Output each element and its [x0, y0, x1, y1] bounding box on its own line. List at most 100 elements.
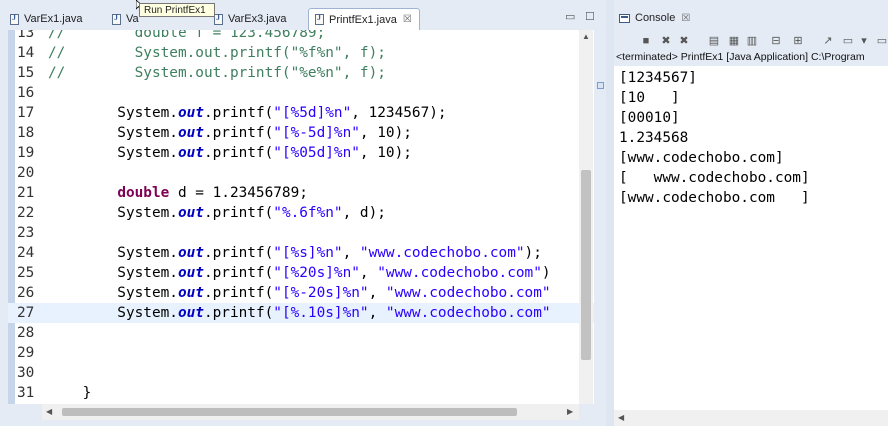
code-line[interactable]: 19 System.out.printf("[%05d]%n", 10); [8, 143, 594, 163]
maximize-button[interactable]: ☐ [585, 10, 595, 23]
editor-vertical-scrollbar[interactable]: ▲ [579, 30, 593, 404]
minimize-button[interactable]: ▭ [565, 10, 575, 23]
code-token: out [177, 285, 204, 301]
console-tab-label: Console [635, 12, 676, 24]
code-line[interactable]: 30 [8, 363, 594, 383]
code-line[interactable]: 29 [8, 343, 594, 363]
code-token: , [368, 285, 386, 301]
code-token: .printf( [203, 285, 274, 301]
code-line[interactable]: 31 } [8, 383, 594, 403]
pane-divider[interactable] [606, 0, 614, 426]
vertical-scroll-thumb[interactable] [581, 170, 591, 360]
code-editor[interactable]: 13 // double f = 123.456789; 14 // System.o… [8, 30, 594, 404]
console-output-line: [www.codechobo.com ] [619, 190, 810, 206]
code-line[interactable]: 16 [8, 83, 594, 103]
code-token: "[%-20s]%n" [273, 285, 369, 301]
code-token: .printf( [203, 305, 274, 321]
code-token: , [359, 265, 378, 281]
code-token: System. [48, 305, 178, 321]
code-token: } [48, 385, 92, 401]
close-icon[interactable]: ☒ [681, 13, 690, 24]
display-console-icon[interactable]: ▭ [842, 35, 854, 47]
code-token: d = 1.23456789; [169, 185, 308, 201]
run-tooltip: Run PrintfEx1 [139, 3, 215, 17]
code-line[interactable]: 21 double d = 1.23456789; [8, 183, 594, 203]
tab-varex1[interactable]: VarEx1.java [4, 8, 104, 30]
code-line[interactable]: 23 [8, 223, 594, 243]
show-on-stderr-icon[interactable]: ⊞ [792, 35, 804, 47]
code-line[interactable]: 22 System.out.printf("%.6f%n", d); [8, 203, 594, 223]
code-line[interactable]: 25 System.out.printf("[%20s]%n", "www.co… [8, 263, 594, 283]
code-text: System.out.printf("[%20s]%n", "www.codec… [48, 263, 551, 283]
code-token: , 10); [359, 125, 412, 141]
code-line[interactable]: 18 System.out.printf("[%-5d]%n", 10); [8, 123, 594, 143]
word-wrap-icon[interactable]: ▥ [746, 35, 758, 47]
code-text: // System.out.printf("%e%n", f); [48, 63, 386, 83]
overview-ruler-marker[interactable] [597, 82, 604, 89]
line-number: 24 [17, 245, 35, 261]
code-line[interactable]: 15 // System.out.printf("%e%n", f); [8, 63, 594, 83]
pin-console-icon[interactable]: ↗ [822, 35, 834, 47]
code-token: ) [541, 265, 551, 281]
new-console-icon[interactable]: ▭ [876, 35, 888, 47]
line-number: 15 [17, 65, 35, 81]
code-text: } [48, 383, 92, 403]
code-text: // System.out.printf("%f%n", f); [48, 43, 386, 63]
scroll-left-arrow-icon[interactable]: ◀ [618, 413, 624, 422]
line-number: 27 [17, 305, 35, 321]
code-token: "www.codechobo.com" [385, 305, 551, 321]
code-token: // System.out.printf("%e%n", f); [48, 65, 386, 81]
scroll-lock-icon[interactable]: ▦ [728, 35, 740, 47]
code-token: double [117, 185, 170, 201]
remove-launch-icon[interactable]: ✖ [660, 35, 672, 47]
code-token: "[%20s]%n" [273, 265, 360, 281]
code-text: System.out.printf("[%-20s]%n", "www.code… [48, 283, 551, 303]
terminate-icon[interactable]: ■ [640, 35, 652, 47]
code-token: "www.codechobo.com" [385, 285, 551, 301]
java-file-icon [214, 13, 223, 25]
code-token: System. [48, 205, 178, 221]
line-number: 21 [17, 185, 35, 201]
code-line[interactable]: 20 [8, 163, 594, 183]
line-number: 28 [17, 325, 35, 341]
code-line[interactable]: 24 System.out.printf("[%s]%n", "www.code… [8, 243, 594, 263]
close-icon[interactable]: ☒ [403, 14, 412, 25]
console-status: <terminated> PrintfEx1 [Java Application… [616, 51, 865, 63]
scroll-left-arrow-icon[interactable]: ◀ [46, 407, 52, 416]
code-text: System.out.printf("[%05d]%n", 10); [48, 143, 412, 163]
code-line[interactable]: 26 System.out.printf("[%-20s]%n", "www.c… [8, 283, 594, 303]
tab-console[interactable]: Console ☒ [614, 6, 888, 30]
code-line[interactable]: 14 // System.out.printf("%f%n", f); [8, 43, 594, 63]
tab-printfex1[interactable]: PrintfEx1.java ☒ [308, 8, 420, 30]
scroll-up-arrow-icon[interactable]: ▲ [582, 32, 590, 41]
code-token: , d); [342, 205, 386, 221]
console-output[interactable]: [1234567] [10 ] [00010] 1.234568 [www.codech… [614, 66, 888, 410]
tab-label: PrintfEx1.java [329, 13, 397, 26]
clear-console-icon[interactable]: ▤ [708, 35, 720, 47]
tab-varex3[interactable]: VarEx3.java [208, 8, 308, 30]
code-token: .printf( [203, 205, 274, 221]
line-number: 16 [17, 85, 35, 101]
code-token: out [177, 145, 204, 161]
line-number: 26 [17, 285, 35, 301]
code-token: , [368, 305, 386, 321]
line-number: 31 [17, 385, 35, 401]
code-token: , 10); [359, 145, 412, 161]
horizontal-scroll-thumb[interactable] [62, 408, 517, 416]
code-token: ); [524, 245, 542, 261]
code-line[interactable]: 17 System.out.printf("[%5d]%n", 1234567)… [8, 103, 594, 123]
code-line[interactable]: 28 [8, 323, 594, 343]
show-on-stdout-icon[interactable]: ⊟ [770, 35, 782, 47]
console-icon [619, 13, 630, 23]
dropdown-arrow-icon[interactable]: ▾ [858, 35, 870, 47]
remove-all-icon[interactable]: ✖ [678, 35, 690, 47]
line-number: 20 [17, 165, 35, 181]
code-line[interactable]: 13 // double f = 123.456789; [8, 30, 594, 43]
scroll-right-arrow-icon[interactable]: ▶ [567, 407, 573, 416]
line-number: 19 [17, 145, 35, 161]
console-output-line: [1234567] [619, 70, 697, 86]
code-line[interactable]: 27 System.out.printf("[%.10s]%n", "www.c… [8, 303, 594, 323]
console-horizontal-scrollbar[interactable]: ◀ [614, 410, 888, 426]
editor-horizontal-scrollbar[interactable]: ◀ ▶ [42, 404, 579, 420]
